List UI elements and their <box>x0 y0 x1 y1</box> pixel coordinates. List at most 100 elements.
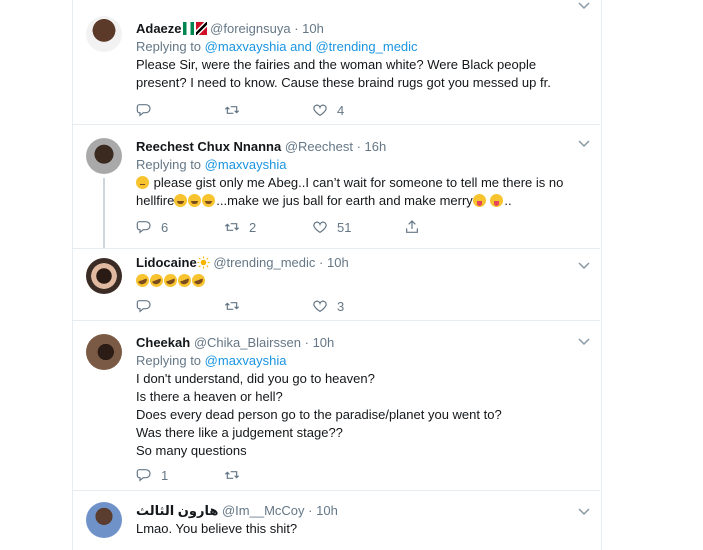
tweet-lidocaine[interactable]: Lidocaine @trending_medic · 10h 3 <box>72 248 600 321</box>
tweet-reechest[interactable]: Reechest Chux Nnanna @Reechest · 16h Rep… <box>72 124 600 249</box>
rofl-emoji <box>162 272 179 289</box>
handle[interactable]: @foreignsuya <box>210 21 290 36</box>
tweet-actions: 1 <box>136 467 536 487</box>
retweet-button[interactable] <box>224 298 249 314</box>
tweet-actions: 3 <box>136 298 536 318</box>
tweet-text: Lmao. You believe this shit? <box>136 520 590 538</box>
mention-conjunction: and <box>290 39 312 54</box>
display-name[interactable]: Lidocaine <box>136 255 197 270</box>
tweet-text-line: Is there a heaven or hell? <box>136 389 283 404</box>
like-count: 4 <box>337 102 345 118</box>
timestamp[interactable]: 16h <box>365 139 387 154</box>
retweet-button[interactable]: 2 <box>224 219 256 235</box>
separator: · <box>308 503 313 518</box>
mention-link[interactable]: @maxvayshia <box>205 39 287 54</box>
neutral-face-emoji <box>136 176 149 189</box>
like-count: 51 <box>337 219 352 235</box>
display-name[interactable]: Reechest Chux Nnanna <box>136 139 281 154</box>
rofl-emoji <box>134 272 151 289</box>
share-button[interactable] <box>404 219 420 235</box>
mention-link[interactable]: @maxvayshia <box>205 157 287 172</box>
handle[interactable]: @Chika_Blairssen <box>194 335 301 350</box>
replying-to: Replying to @maxvayshia <box>136 156 590 174</box>
mention-link[interactable]: @maxvayshia <box>205 353 287 368</box>
replying-to: Replying to @maxvayshia <box>136 352 590 370</box>
thread-line <box>103 178 105 248</box>
timestamp[interactable]: 10h <box>313 335 335 350</box>
replying-to: Replying to @maxvayshia and @trending_me… <box>136 38 590 56</box>
reply-count: 1 <box>161 467 169 483</box>
replying-to-label: Replying to <box>136 353 202 368</box>
tweet-text-fragment: please gist only me Abeg..I can’t wait f… <box>153 175 564 190</box>
reply-button[interactable]: 1 <box>136 467 168 483</box>
rofl-emoji <box>190 272 207 289</box>
display-name[interactable]: Cheekah <box>136 335 190 350</box>
retweet-button[interactable] <box>224 102 249 118</box>
tweet-text: I don't understand, did you go to heaven… <box>136 370 590 460</box>
tweet-text-line: Does every dead person go to the paradis… <box>136 407 502 422</box>
rofl-emoji <box>148 272 165 289</box>
grinning-emoji <box>202 194 216 207</box>
reply-icon <box>136 300 151 313</box>
reply-button[interactable] <box>136 298 161 314</box>
reply-count: 6 <box>161 219 169 235</box>
share-icon <box>406 220 418 233</box>
tweet-text-fragment: ...make we jus ball for earth and make m… <box>216 193 473 208</box>
replying-to-label: Replying to <box>136 39 202 54</box>
timestamp[interactable]: 10h <box>327 255 349 270</box>
tweet-text-line: please gist only me Abeg..I can’t wait f… <box>136 174 590 192</box>
display-name[interactable]: Adaeze <box>136 21 182 36</box>
tweet-haroun[interactable]: هارون الثالث @Im__McCoy · 10h Lmao. You … <box>72 490 600 550</box>
separator: · <box>294 21 299 36</box>
tweet-text <box>134 272 590 290</box>
separator: · <box>319 255 324 270</box>
reply-icon <box>136 221 151 234</box>
timestamp[interactable]: 10h <box>302 21 324 36</box>
replying-to-label: Replying to <box>136 157 202 172</box>
separator: · <box>356 139 361 154</box>
tweet-actions: 4 <box>136 102 536 122</box>
avatar[interactable] <box>86 334 122 370</box>
heart-icon <box>313 300 327 313</box>
tweet-text-line: hellfire ...make we jus ball for earth an… <box>136 192 590 210</box>
tweet-actions: 6 2 51 <box>136 219 536 239</box>
nigeria-flag-icon <box>182 22 194 35</box>
like-button[interactable]: 3 <box>312 298 344 314</box>
separator: · <box>304 335 309 350</box>
retweet-icon <box>224 302 240 310</box>
tweet-text-line: present? I need to know. Cause these bra… <box>136 75 551 90</box>
like-button[interactable]: 4 <box>312 102 344 118</box>
avatar[interactable] <box>86 16 122 52</box>
retweet-count: 2 <box>249 219 257 235</box>
handle[interactable]: @trending_medic <box>213 255 315 270</box>
timestamp[interactable]: 10h <box>316 503 338 518</box>
reply-button[interactable]: 6 <box>136 219 168 235</box>
display-name[interactable]: هارون الثالث <box>136 503 218 518</box>
avatar[interactable] <box>86 138 122 174</box>
handle[interactable]: @Reechest <box>285 139 353 154</box>
tweet-cheekah[interactable]: Cheekah @Chika_Blairssen · 10h Replying … <box>72 320 600 491</box>
handle[interactable]: @Im__McCoy <box>222 503 305 518</box>
retweet-icon <box>224 471 240 479</box>
tweet-adaeze[interactable]: Adaeze @foreignsuya · 10h Replying to @m… <box>72 0 600 125</box>
mention-link[interactable]: @trending_medic <box>315 39 417 54</box>
retweet-icon <box>224 223 240 231</box>
tweet-text: please gist only me Abeg..I can’t wait f… <box>136 174 590 210</box>
avatar[interactable] <box>86 502 122 538</box>
like-count: 3 <box>337 298 345 314</box>
tweet-text-line: Lmao. You believe this shit? <box>136 521 298 536</box>
reply-button[interactable] <box>136 102 161 118</box>
reply-icon <box>136 469 151 482</box>
tweet-text-fragment: hellfire <box>136 193 175 208</box>
chevron-down-icon[interactable] <box>578 2 590 10</box>
retweet-button[interactable] <box>224 467 249 483</box>
avatar[interactable] <box>86 258 122 294</box>
grinning-emoji <box>188 194 202 207</box>
rofl-emoji <box>176 272 193 289</box>
sun-icon <box>197 256 210 269</box>
heart-icon <box>313 221 327 234</box>
tweet-text-line: Please Sir, were the fairies and the wom… <box>136 57 537 72</box>
like-button[interactable]: 51 <box>312 219 351 235</box>
trinidad-flag-icon <box>195 22 207 35</box>
tweet-text: Please Sir, were the fairies and the wom… <box>136 56 590 92</box>
